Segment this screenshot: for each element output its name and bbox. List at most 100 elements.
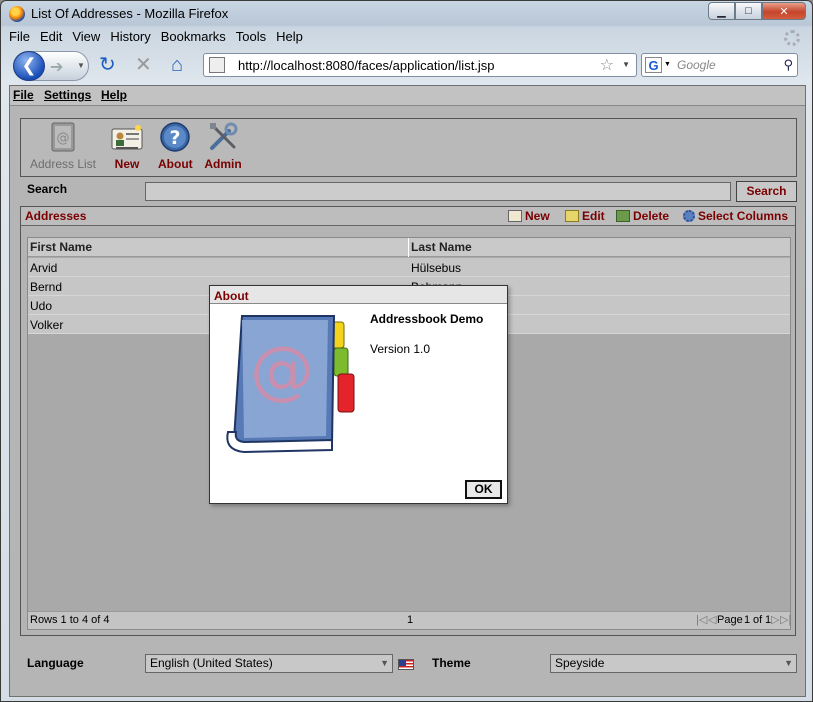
prev-page-icon[interactable]: ◁ (708, 613, 716, 626)
reload-icon[interactable]: ↻ (99, 55, 116, 75)
back-forward-group: ❮ ➔ ▼ (13, 51, 89, 81)
search-label: Search (27, 182, 68, 196)
edit-address-button[interactable]: Edit (565, 209, 605, 223)
tools-icon (207, 121, 239, 153)
magnifier-icon[interactable]: ⚲ (783, 57, 793, 73)
column-divider[interactable] (408, 238, 409, 257)
back-button[interactable]: ❮ (13, 51, 45, 81)
gear-icon (683, 210, 695, 222)
toolbar-admin[interactable]: Admin (204, 121, 242, 171)
search-button[interactable]: Search (736, 181, 797, 202)
svg-text:?: ? (169, 127, 180, 149)
toolbar-label: Admin (204, 157, 242, 171)
history-dropdown-icon[interactable]: ▼ (77, 61, 85, 70)
theme-select[interactable]: Speyside ▼ (550, 654, 797, 673)
menu-tools[interactable]: Tools (236, 29, 266, 49)
menu-history[interactable]: History (110, 29, 150, 49)
home-icon[interactable]: ⌂ (171, 55, 183, 75)
us-flag-icon (398, 659, 414, 670)
engine-dropdown-icon[interactable]: ▼ (664, 61, 671, 68)
about-dialog: About @ Addressbook Demo Version 1.0 OK (209, 285, 508, 504)
minimize-button[interactable]: ▁ (708, 2, 735, 20)
url-text: http://localhost:8080/faces/application/… (238, 58, 495, 73)
maximize-button[interactable]: □ (735, 2, 762, 20)
menu-bookmarks[interactable]: Bookmarks (161, 29, 226, 49)
language-value: English (United States) (150, 656, 273, 670)
svg-text:@: @ (250, 334, 314, 408)
menu-edit[interactable]: Edit (40, 29, 62, 49)
toolbar-new[interactable]: New (111, 121, 143, 171)
address-book-icon: @ (47, 121, 79, 153)
addressbook-icon: @ (220, 312, 365, 457)
table-footer: Rows 1 to 4 of 4 1 |◁ ◁ Page 1 of 1 ▷ ▷| (28, 611, 791, 629)
toolbar-address-list[interactable]: @ Address List (26, 121, 100, 171)
chevron-down-icon: ▼ (784, 658, 793, 668)
table-header: First Name Last Name (28, 238, 790, 257)
ok-button[interactable]: OK (465, 480, 502, 499)
menu-view[interactable]: View (72, 29, 100, 49)
menu-help[interactable]: Help (276, 29, 303, 49)
column-first-name[interactable]: First Name (30, 240, 92, 254)
dialog-title: About (210, 286, 507, 304)
page-of: of (753, 614, 763, 626)
addresses-header: Addresses New Edit Delete Select Columns (21, 207, 795, 226)
next-page-icon[interactable]: ▷ (771, 613, 779, 626)
menu-file[interactable]: File (9, 29, 30, 49)
title-bar: List Of Addresses - Mozilla Firefox ▁ □ … (1, 1, 812, 27)
address-bar[interactable]: http://localhost:8080/faces/application/… (203, 53, 637, 77)
app-menu-file[interactable]: File (13, 88, 34, 102)
edit-pencil-icon (565, 210, 579, 222)
page-marker: 1 (407, 614, 414, 626)
page-number: 1 (744, 614, 751, 626)
search-input[interactable] (145, 182, 731, 201)
contact-card-icon (111, 121, 143, 153)
delete-address-button[interactable]: Delete (616, 209, 669, 223)
app-menu-help[interactable]: Help (101, 88, 127, 102)
web-search-box[interactable]: G ▼ Google ⚲ (641, 53, 798, 77)
column-last-name[interactable]: Last Name (411, 240, 472, 254)
browser-window: List Of Addresses - Mozilla Firefox ▁ □ … (0, 0, 813, 702)
window-title: List Of Addresses - Mozilla Firefox (31, 6, 229, 21)
navigation-toolbar: ❮ ➔ ▼ ↻ ✕ ⌂ http://localhost:8080/faces/… (1, 49, 812, 83)
trash-icon (616, 210, 630, 222)
page-favicon-icon (209, 57, 225, 73)
last-page-icon[interactable]: ▷| (780, 613, 791, 626)
url-dropdown-icon[interactable]: ▼ (622, 60, 630, 69)
select-columns-button[interactable]: Select Columns (683, 209, 788, 223)
table-row[interactable]: Arvid Hülsebus (28, 258, 790, 277)
new-address-button[interactable]: New (508, 209, 550, 223)
web-search-placeholder: Google (677, 58, 716, 72)
toolbar-label: Address List (29, 157, 97, 171)
app-toolbar: @ Address List New ? About Admin (20, 118, 797, 177)
first-page-icon[interactable]: |◁ (696, 613, 707, 626)
new-label: New (525, 209, 550, 223)
toolbar-about[interactable]: ? About (158, 121, 193, 171)
svg-text:@: @ (57, 131, 70, 146)
browser-menu-bar: File Edit View History Bookmarks Tools H… (9, 29, 313, 49)
new-card-icon (508, 210, 522, 222)
bookmark-star-icon[interactable]: ☆ (600, 55, 614, 75)
settings-row: Language English (United States) ▼ Theme… (20, 654, 797, 674)
cell-last-name: Hülsebus (411, 261, 462, 275)
delete-label: Delete (633, 209, 670, 223)
addresses-title: Addresses (25, 209, 87, 223)
question-icon: ? (159, 121, 191, 153)
app-menu-settings[interactable]: Settings (44, 88, 91, 102)
close-button[interactable]: ✕ (762, 2, 806, 20)
theme-value: Speyside (555, 656, 605, 670)
forward-button[interactable]: ➔ (50, 57, 63, 77)
stop-icon[interactable]: ✕ (135, 55, 152, 75)
cell-first-name: Bernd (30, 280, 63, 294)
throbber-icon (784, 30, 800, 46)
toolbar-label: New (114, 157, 140, 171)
chevron-down-icon: ▼ (380, 658, 389, 668)
search-row: Search Search (20, 181, 797, 202)
language-select[interactable]: English (United States) ▼ (145, 654, 393, 673)
page-label: Page (717, 614, 743, 626)
theme-label: Theme (432, 656, 471, 670)
google-logo-icon[interactable]: G (645, 57, 662, 73)
firefox-logo-icon (9, 6, 25, 22)
cell-first-name: Volker (30, 318, 64, 332)
rows-info: Rows 1 to 4 of 4 (30, 614, 110, 626)
app-menu-bar: File Settings Help (10, 86, 805, 106)
